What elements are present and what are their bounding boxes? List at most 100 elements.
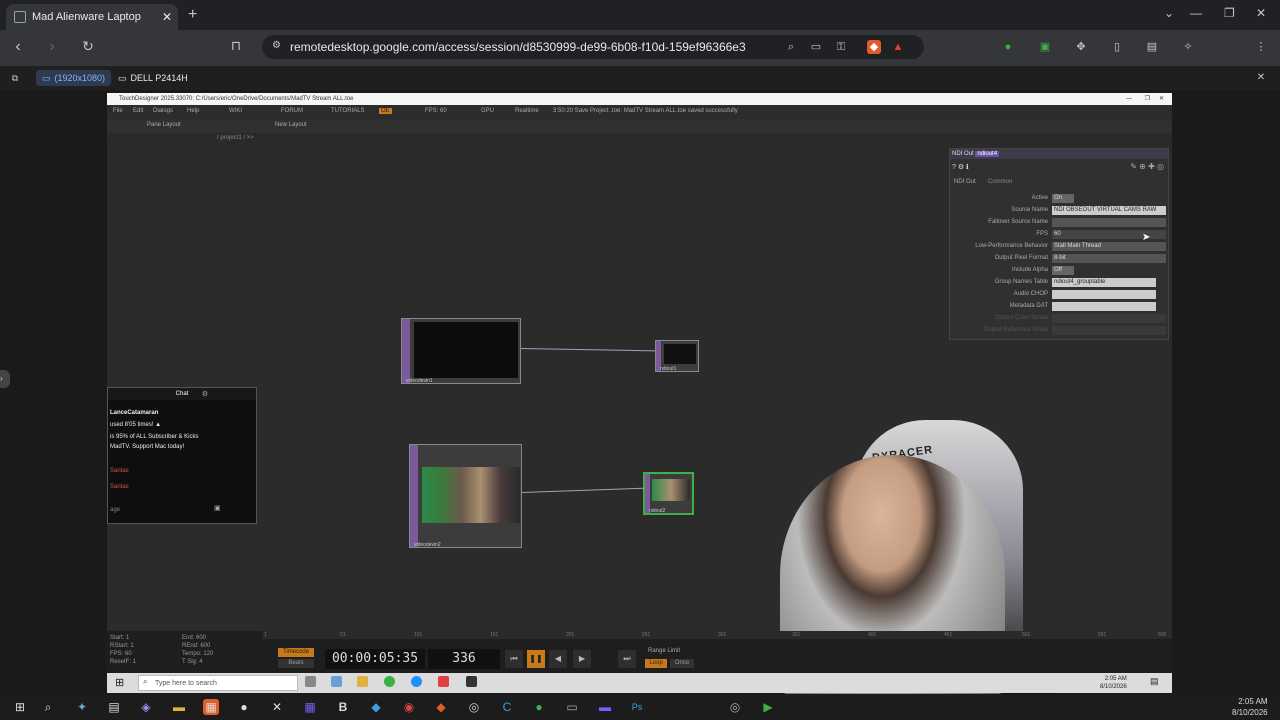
host-app-icon-2[interactable]: ◈ [138,699,154,715]
extensions-icon[interactable]: ✥ [1074,40,1088,54]
remote-app-icon[interactable] [331,676,342,687]
remote-notification-icon[interactable]: ▤ [1150,676,1159,687]
param-pixel-format[interactable]: Output Pixel Format 8-bit [950,253,1168,264]
param-tab-ndiout[interactable]: NDI Out [954,179,976,185]
menu-edit[interactable]: Edit [133,108,143,114]
bookmark-icon[interactable]: ⊓ [226,38,246,54]
remote-start-icon[interactable]: ⊞ [115,676,124,689]
host-app-icon-4[interactable]: ▦ [302,699,318,715]
param-value[interactable] [1052,218,1166,227]
pause-icon[interactable]: ❚❚ [527,650,545,668]
host-clock[interactable]: 2:05 AM 8/10/2026 [1232,696,1268,718]
host-app-icon-7[interactable]: ◎ [466,699,482,715]
param-value[interactable]: On [1052,194,1074,203]
zoom-icon[interactable]: ⌕ [784,40,798,54]
host-app-icon-10[interactable]: ▬ [597,699,613,715]
param-value[interactable]: NDI OBSEOUT VIRTUAL CAMS RAW [1052,206,1166,215]
display-tab-2[interactable]: ▭ DELL P2414H [118,70,188,86]
tab-search-icon[interactable]: ⌄ [1164,6,1174,20]
loop-toggle[interactable]: Loop [645,659,667,668]
param-fallover-source[interactable]: Fallover Source Name [950,217,1168,228]
side-panel-toggle-icon[interactable]: › [0,370,10,388]
param-active[interactable]: Active On [950,193,1168,204]
brave-icon[interactable]: ◆ [433,699,449,715]
play-icon[interactable]: ▶ [573,650,591,668]
address-bar[interactable]: remotedesktop.google.com/access/session/… [262,35,924,59]
once-toggle[interactable]: Once [670,659,694,668]
extension-green-icon[interactable]: ● [1001,40,1015,54]
forward-icon[interactable]: › [42,38,62,56]
back-icon[interactable]: ‹ [8,38,28,56]
x-icon[interactable]: ✕ [269,699,285,715]
ndiout1-node[interactable]: ndiout1 [655,340,699,372]
touchdesigner-icon[interactable] [466,676,477,687]
td-minimize-icon[interactable]: — [1126,93,1132,105]
host-search-icon[interactable]: ⌕ [40,699,56,715]
photoshop-icon[interactable]: Ps [629,699,645,715]
new-layout-button[interactable]: New Layout [275,122,307,128]
brave-shield-icon[interactable]: ◆ [867,40,881,54]
go-to-end-icon[interactable]: ⏭ [618,650,636,668]
browser-tab[interactable]: Mad Alienware Laptop ✕ [6,4,178,30]
menu-file[interactable]: File [113,108,123,114]
password-icon[interactable]: ⚿ [834,40,848,54]
host-app-icon-5[interactable]: ◆ [368,699,384,715]
ndiout2-node[interactable]: ndiout2 [643,472,694,515]
extension-icon-2[interactable]: ▣ [1038,40,1052,54]
leo-ai-icon[interactable]: ✧ [1181,40,1195,54]
pane-layout-button[interactable]: Pane Layout [147,122,181,128]
param-tools-icon[interactable]: ✎ ⊕ ✚ ◎ [1130,162,1164,171]
host-chrome-icon[interactable]: ● [531,699,547,715]
obs-icon[interactable]: ● [236,699,252,715]
param-value[interactable]: 8-bit [1052,254,1166,263]
beats-toggle[interactable]: Beats [278,659,314,668]
brave-rewards-icon[interactable]: ▲ [891,40,905,54]
menu-dialogs[interactable]: Dialogs [153,108,173,114]
network-path[interactable]: / project1 / >> [217,135,254,141]
param-metadata-dat[interactable]: Metadata DAT [950,301,1168,312]
menu-oe[interactable]: OE [379,108,392,114]
close-session-icon[interactable]: ✕ [1254,71,1268,85]
param-group-names[interactable]: Group Names Table ndiout4_grouptable [950,277,1168,288]
td-maximize-icon[interactable]: ❐ [1145,93,1150,105]
td-close-icon[interactable]: ✕ [1159,93,1164,105]
videodevin1-node[interactable]: videodevin1 [401,318,521,384]
menu-forum[interactable]: FORUM [281,108,303,114]
remote-red-app-icon[interactable] [438,676,449,687]
new-tab-button[interactable]: + [188,6,197,24]
menu-icon[interactable]: ⋮ [1254,40,1268,54]
maximize-icon[interactable]: ❐ [1224,6,1235,20]
wallet-icon[interactable]: ▤ [1145,40,1159,54]
chrome-icon[interactable] [384,676,395,687]
realtime-toggle[interactable]: Realtime [515,108,539,114]
param-value[interactable] [1052,302,1156,311]
param-source-name[interactable]: Source Name NDI OBSEOUT VIRTUAL CAMS RAW [950,205,1168,216]
menu-tutorials[interactable]: TUTORIALS [331,108,365,114]
host-app-icon-9[interactable]: ▭ [564,699,580,715]
close-tab-icon[interactable]: ✕ [162,10,172,24]
host-app-icon-3[interactable]: ▦ [203,699,219,715]
chat-settings-icon[interactable]: ⚙ [202,390,208,398]
close-window-icon[interactable]: ✕ [1256,6,1266,20]
videodevin2-node[interactable]: videodevin2 [409,444,522,548]
host-app-icon-11[interactable]: ◎ [727,699,743,715]
menu-wiki[interactable]: WIKI [229,108,242,114]
param-value[interactable]: Stall Main Thread [1052,242,1166,251]
menu-help[interactable]: Help [187,108,199,114]
windows-start-icon[interactable]: ⊞ [12,699,28,715]
sidebar-icon[interactable]: ▯ [1110,40,1124,54]
chat-input[interactable]: age [108,504,228,516]
op-name-field[interactable]: ndiout4 [975,151,1000,157]
file-explorer-icon[interactable] [357,676,368,687]
param-tab-common[interactable]: Common [988,179,1012,185]
param-value[interactable] [1052,290,1156,299]
timeline-ruler[interactable] [262,631,1172,639]
copilot-icon[interactable]: ✦ [74,699,90,715]
host-app-icon-6[interactable]: ◉ [401,699,417,715]
param-fps[interactable]: FPS 60 [950,229,1168,240]
display-picker-icon[interactable]: ⧉ [8,71,22,85]
cast-icon[interactable]: ▭ [809,40,823,54]
timecode-field[interactable]: 00:00:05:35 [325,649,425,669]
bold-app-icon[interactable]: B [335,699,351,715]
step-back-icon[interactable]: ◀ [549,650,567,668]
